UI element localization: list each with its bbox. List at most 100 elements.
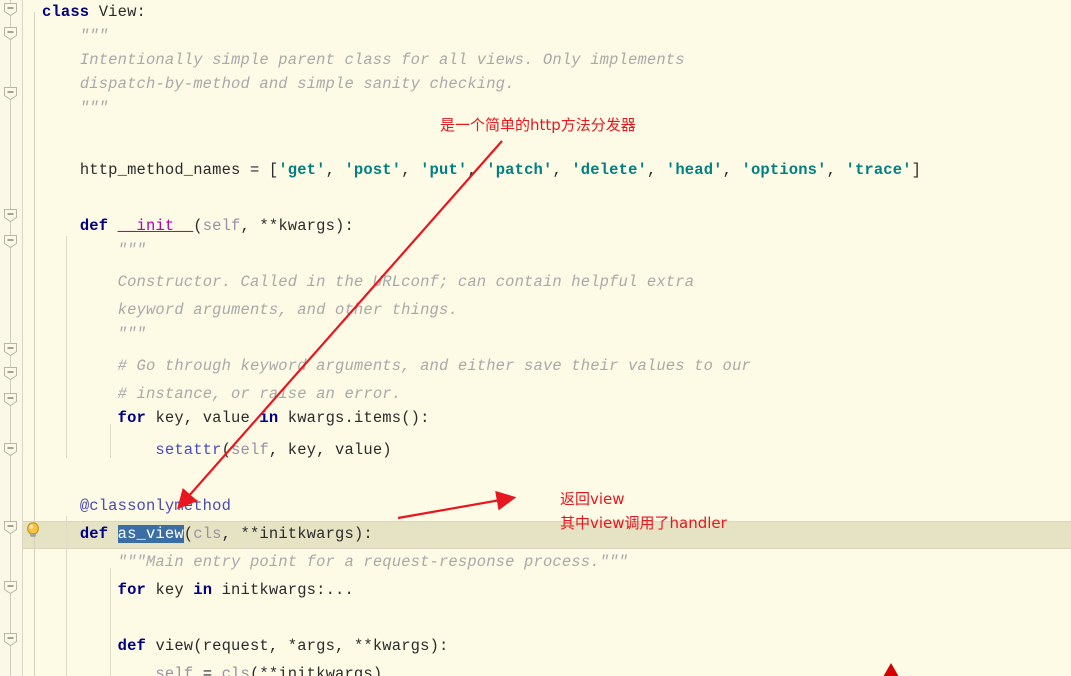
keyword: for <box>117 581 146 599</box>
code-line-text: http_method_names = ['get', 'post', 'put… <box>22 158 921 182</box>
identifier: initkwargs <box>221 581 317 599</box>
identifier: * <box>259 665 269 676</box>
code-line-text: def __init__(self, **kwargs): <box>22 214 354 238</box>
identifier: [ <box>268 161 279 179</box>
identifier: , <box>552 161 562 179</box>
string-literal: 'patch' <box>486 161 553 179</box>
selected-identifier[interactable]: as_view <box>117 525 184 543</box>
indent-dots <box>42 325 118 343</box>
code-line[interactable]: def __init__(self, **kwargs): <box>22 214 1071 238</box>
fold-toggle-icon[interactable] <box>3 442 18 457</box>
code-line[interactable] <box>22 610 1071 634</box>
identifier: , <box>240 217 250 235</box>
code-line[interactable]: for key, value in kwargs.items(): <box>22 406 1071 430</box>
code-line[interactable]: for key in initkwargs:... <box>22 578 1071 602</box>
code-line-text: # Go through keyword arguments, and eith… <box>22 354 751 378</box>
code-line[interactable] <box>22 190 1071 214</box>
string-literal: 'options' <box>741 161 827 179</box>
code-line[interactable]: def as_view(cls, **initkwargs): <box>22 522 1071 546</box>
identifier: ) <box>353 525 364 543</box>
identifier: . <box>344 409 354 427</box>
builtin-name: setattr <box>155 441 222 459</box>
code-line[interactable]: http_method_names = ['get', 'post', 'put… <box>22 158 1071 182</box>
fold-toggle-icon[interactable] <box>3 208 18 223</box>
fold-toggle-icon[interactable] <box>3 86 18 101</box>
keyword: class <box>42 3 90 21</box>
code-line[interactable]: setattr(self, key, value) <box>22 438 1071 462</box>
code-line[interactable]: """ <box>22 322 1071 346</box>
code-content[interactable]: class View: """ Intentionally simple par… <box>22 0 1071 676</box>
code-line[interactable]: self = cls(**initkwargs) <box>22 662 1071 676</box>
identifier: ) <box>372 665 383 676</box>
indent-dots <box>42 497 80 515</box>
code-line[interactable]: # instance, or raise an error. <box>22 382 1071 406</box>
identifier: = <box>249 161 260 179</box>
fold-toggle-icon[interactable] <box>3 234 18 249</box>
identifier: initkwargs <box>259 525 354 543</box>
identifier: * <box>353 637 364 655</box>
self-param: self <box>155 665 194 676</box>
string-literal: 'post' <box>344 161 402 179</box>
indent-dots <box>42 273 118 291</box>
code-line[interactable]: Constructor. Called in the URLconf; can … <box>22 270 1071 294</box>
identifier: . <box>344 581 354 599</box>
indent-dots <box>42 665 155 676</box>
indent-dots <box>42 51 80 69</box>
indent-dots <box>42 357 118 375</box>
docstring: dispatch-by-method and simple sanity che… <box>79 75 515 93</box>
docstring: Constructor. Called in the URLconf; can … <box>117 273 695 291</box>
indent-dots <box>42 99 80 117</box>
code-line-text: """ <box>22 238 146 262</box>
docstring: """ <box>117 241 146 259</box>
code-line-text: # instance, or raise an error. <box>22 382 401 406</box>
identifier: , <box>325 161 336 179</box>
fold-toggle-icon[interactable] <box>3 632 18 647</box>
docstring: keyword arguments, and other things. <box>117 301 458 319</box>
code-line[interactable]: """ <box>22 238 1071 262</box>
return-view-note-line2: 其中view调用了handler <box>560 514 727 532</box>
fold-toggle-icon[interactable] <box>3 2 18 17</box>
fold-toggle-icon[interactable] <box>3 366 18 381</box>
identifier: kwargs <box>278 217 336 235</box>
code-line-text: def view(request, *args, **kwargs): <box>22 634 449 658</box>
identifier: * <box>287 637 298 655</box>
code-line[interactable]: """ <box>22 24 1071 48</box>
identifier: , <box>183 409 194 427</box>
identifier: , <box>401 161 411 179</box>
code-line[interactable]: keyword arguments, and other things. <box>22 298 1071 322</box>
fold-toggle-icon[interactable] <box>3 580 18 595</box>
code-line[interactable] <box>22 470 1071 494</box>
identifier: : <box>439 637 449 655</box>
code-line-text: """Main entry point for a request-respon… <box>22 550 628 574</box>
indent-dots <box>42 217 80 235</box>
identifier: , <box>268 637 279 655</box>
code-line[interactable]: Intentionally simple parent class for al… <box>22 48 1071 72</box>
code-line[interactable]: """Main entry point for a request-respon… <box>22 550 1071 574</box>
code-line-text: for key in initkwargs:... <box>22 578 354 602</box>
identifier: ( <box>193 637 203 655</box>
fold-toggle-icon[interactable] <box>3 392 18 407</box>
keyword: for <box>117 409 146 427</box>
intention-bulb-icon[interactable] <box>24 521 42 539</box>
keyword: def <box>79 525 109 543</box>
code-line[interactable]: class View: <box>22 0 1071 24</box>
code-editor[interactable]: class View: """ Intentionally simple par… <box>0 0 1071 676</box>
identifier: , <box>826 161 837 179</box>
editor-gutter[interactable] <box>0 0 23 676</box>
fold-toggle-icon[interactable] <box>3 26 18 41</box>
code-line[interactable]: @classonlymethod <box>22 494 1071 518</box>
identifier: request <box>202 637 269 655</box>
fold-toggle-icon[interactable] <box>3 520 18 535</box>
code-line[interactable]: def view(request, *args, **kwargs): <box>22 634 1071 658</box>
identifier: kwargs <box>372 637 430 655</box>
indent-dots <box>42 553 118 571</box>
identifier: * <box>249 525 260 543</box>
code-line-text: for key, value in kwargs.items(): <box>22 406 430 430</box>
code-line-text: dispatch-by-method and simple sanity che… <box>22 72 515 96</box>
identifier: value <box>202 409 250 427</box>
code-line[interactable]: dispatch-by-method and simple sanity che… <box>22 72 1071 96</box>
identifier: ) <box>335 217 345 235</box>
fold-toggle-icon[interactable] <box>3 342 18 357</box>
code-line[interactable]: # Go through keyword arguments, and eith… <box>22 354 1071 378</box>
fold-rail <box>10 0 11 676</box>
